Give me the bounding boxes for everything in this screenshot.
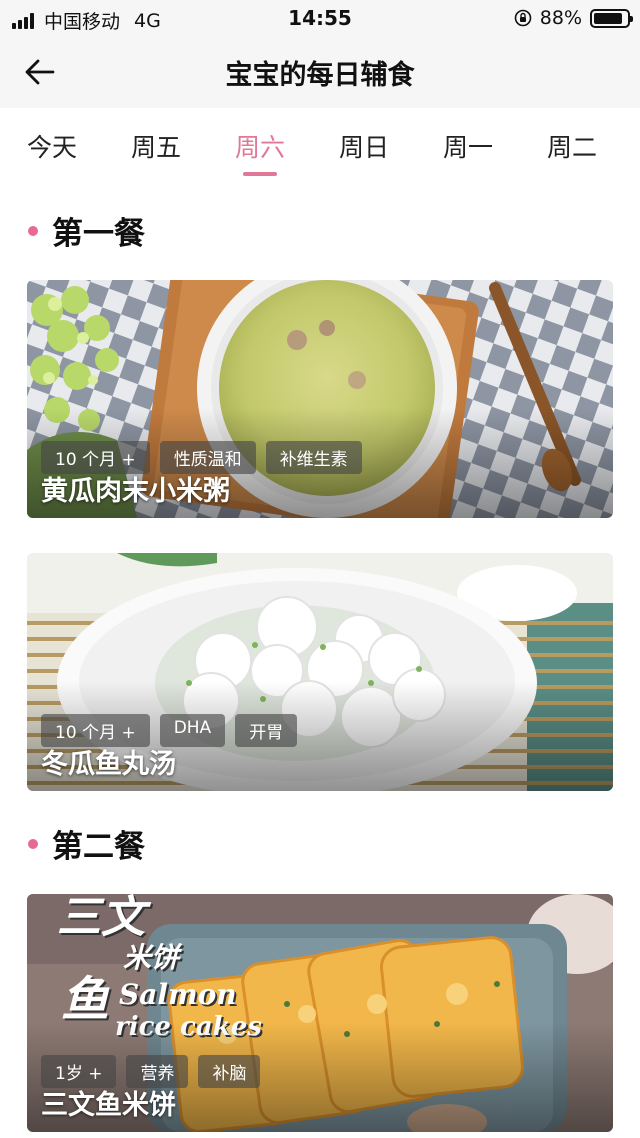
tab-monday[interactable]: 周一 — [416, 128, 520, 164]
battery-icon — [590, 8, 633, 28]
status-bar: 中国移动 4G 14:55 88% — [0, 0, 640, 36]
recipe-title: 三文鱼米饼 — [41, 1090, 176, 1121]
tab-today[interactable]: 今天 — [0, 128, 104, 164]
section-header-meal-2: 第二餐 — [28, 821, 145, 866]
nav-bar: 宝宝的每日辅食 — [0, 36, 640, 108]
section-dot — [28, 225, 38, 236]
image-overlay-text-en-1: Salmon — [119, 978, 237, 1011]
rotation-lock-icon — [514, 9, 532, 27]
tab-sunday[interactable]: 周日 — [312, 128, 416, 164]
day-tabs: 今天 周五 周六 周日 周一 周二 — [0, 108, 640, 186]
image-overlay-text-cn-small: 米饼 — [123, 941, 180, 974]
tab-saturday[interactable]: 周六 — [208, 128, 312, 164]
recipe-card[interactable]: 三文 鱼 米饼 Salmon rice cakes 1岁 + 营养 补脑 三文鱼… — [27, 894, 613, 1132]
active-tab-indicator — [243, 172, 277, 176]
tab-tuesday[interactable]: 周二 — [520, 128, 624, 164]
recipe-title: 冬瓜鱼丸汤 — [41, 749, 176, 780]
recipe-title: 黄瓜肉末小米粥 — [41, 476, 230, 507]
status-right: 88% — [514, 7, 633, 29]
page-title: 宝宝的每日辅食 — [225, 60, 415, 91]
image-overlay-text-cn-fish: 鱼 — [61, 972, 110, 1028]
tab-friday[interactable]: 周五 — [104, 128, 208, 164]
section-header-meal-1: 第一餐 — [28, 208, 145, 253]
section-title: 第二餐 — [52, 829, 145, 865]
section-dot — [28, 838, 38, 849]
battery-percent: 88% — [539, 7, 582, 29]
recipe-card[interactable]: 10 个月 + 性质温和 补维生素 黄瓜肉末小米粥 — [27, 280, 613, 518]
section-title: 第一餐 — [52, 216, 145, 252]
tag: 补脑 — [198, 1055, 261, 1088]
recipe-card[interactable]: 10 个月 + DHA 开胃 冬瓜鱼丸汤 — [27, 553, 613, 791]
battery-fill — [594, 12, 623, 24]
tag: 补维生素 — [265, 441, 362, 474]
image-overlay-text-cn-large: 三文 — [57, 894, 145, 943]
tag: 开胃 — [235, 714, 298, 747]
